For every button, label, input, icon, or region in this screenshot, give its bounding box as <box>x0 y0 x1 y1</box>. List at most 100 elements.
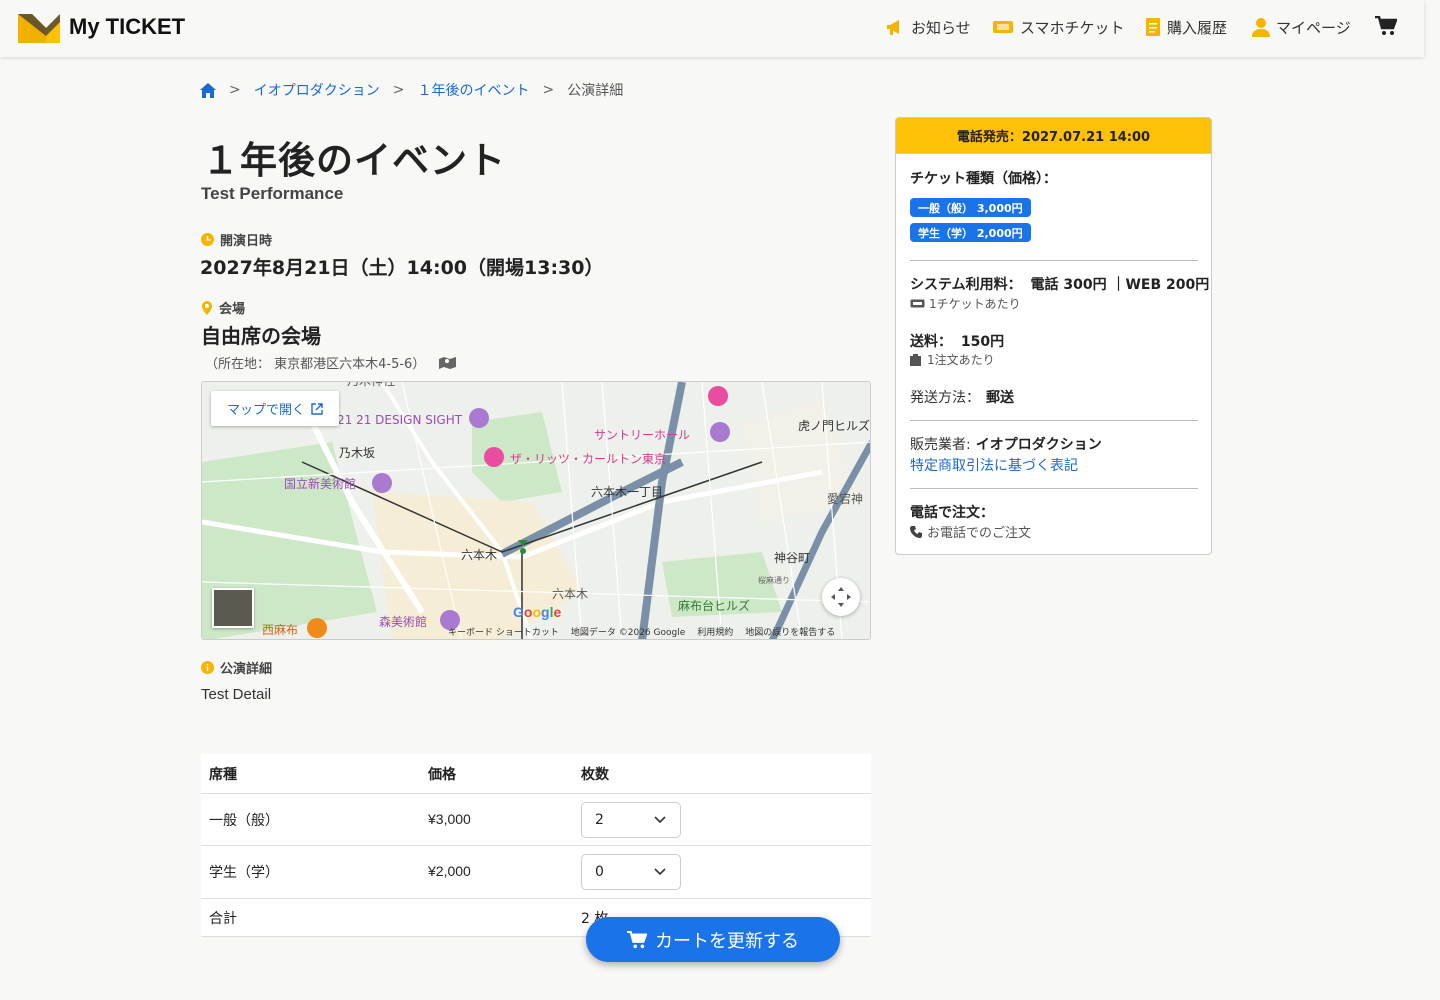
venue-name: 自由席の会場 <box>201 324 321 348</box>
phone-order-label: 電話で注文： <box>910 505 994 521</box>
nav-purchase-history[interactable]: 購入履歴 <box>1145 16 1227 38</box>
svg-text:国立新美術館: 国立新美術館 <box>284 476 356 491</box>
breadcrumb-separator: > <box>229 82 241 98</box>
ticket-badge-student: 学生（学） 2,000円 <box>910 223 1031 242</box>
shipping-fee: 送料： 150円 <box>910 331 1004 351</box>
breadcrumb-event[interactable]: １年後のイベント <box>417 80 529 100</box>
header-quantity: 枚数 <box>581 767 609 783</box>
commercial-law-link[interactable]: 特定商取引法に基づく表記 <box>910 455 1078 475</box>
shipping-note-text: 1注文あたり <box>927 353 995 367</box>
ticket-icon <box>993 21 1013 33</box>
quantity-value: 2 <box>595 812 604 828</box>
seat-type: 一般（般） <box>209 813 279 829</box>
chevron-down-icon <box>654 868 666 876</box>
breadcrumb-separator: > <box>542 82 555 98</box>
system-fee-value: 電話 300円 ｜WEB 200円 <box>1030 277 1210 293</box>
seat-price: ¥3,000 <box>428 811 471 827</box>
phone-order-note-text: お電話でのご注文 <box>927 526 1032 541</box>
total-label: 合計 <box>209 911 237 927</box>
breadcrumb-current: 公演詳細 <box>567 83 624 99</box>
chevron-down-icon <box>654 816 666 824</box>
nav-mobile-ticket[interactable]: スマホチケット <box>992 16 1125 38</box>
nav-mypage[interactable]: マイページ <box>1252 16 1351 38</box>
nav-news[interactable]: お知らせ <box>885 16 971 38</box>
delivery-method: 発送方法： 郵送 <box>910 387 1014 407</box>
satellite-toggle[interactable] <box>212 588 254 628</box>
ticket-table: 席種 価格 枚数 一般（般） ¥3,000 2 学生（学） ¥2,000 0 合… <box>201 754 871 937</box>
keyboard-shortcuts-link[interactable]: キーボード ショートカット <box>448 625 559 638</box>
quantity-select-student[interactable]: 0 <box>581 854 681 890</box>
header-price: 価格 <box>428 767 456 783</box>
svg-text:愛宕神: 愛宕神 <box>827 491 863 506</box>
quantity-value: 0 <box>595 864 604 880</box>
datetime-label-text: 開演日時 <box>220 234 273 249</box>
svg-text:森美術館: 森美術館 <box>379 614 427 629</box>
system-fee: システム利用料： 電話 300円 ｜WEB 200円 <box>910 274 1209 294</box>
event-detail-text: Test Detail <box>201 686 272 703</box>
map-icon[interactable] <box>439 356 457 370</box>
shipping-label: 送料： <box>910 334 952 350</box>
info-icon <box>201 661 214 674</box>
divider <box>910 260 1198 261</box>
update-cart-button[interactable]: カートを更新する <box>586 917 840 962</box>
map-fullscreen-button[interactable] <box>822 578 860 616</box>
receipt-icon <box>1146 18 1160 36</box>
location-pin-icon <box>202 300 212 315</box>
svg-text:サントリーホール: サントリーホール <box>594 428 690 442</box>
shipping-value: 150円 <box>960 334 1005 350</box>
seller: 販売業者: イオプロダクション <box>910 434 1102 454</box>
divider <box>910 488 1198 489</box>
phone-order-note: お電話でのご注文 <box>910 522 1031 541</box>
svg-text:21 21 DESIGN SIGHT: 21 21 DESIGN SIGHT <box>337 413 463 427</box>
nav-news-label: お知らせ <box>911 18 971 37</box>
phone-sale-date: 電話発売：2027.07.21 14:00 <box>896 118 1211 154</box>
svg-text:神谷町: 神谷町 <box>774 551 810 565</box>
logo-icon[interactable] <box>18 14 60 43</box>
report-error-link[interactable]: 地図の誤りを報告する <box>745 625 835 638</box>
venue-address: （所在地： 東京都港区六本木4-5-6） <box>205 353 457 372</box>
nav-purchase-history-label: 購入履歴 <box>1167 18 1228 37</box>
seller-label: 販売業者: <box>910 437 971 453</box>
fullscreen-icon <box>831 587 851 607</box>
event-datetime: 2027年8月21日（土）14:00（開場13:30） <box>200 257 604 279</box>
map-data-credit: 地図データ ©2026 Google <box>570 628 686 638</box>
open-in-maps-button[interactable]: マップで開く <box>211 391 339 426</box>
breadcrumb-organizer[interactable]: イオプロダクション <box>254 80 380 100</box>
venue-map[interactable]: 21 21 DESIGN SIGHT サントリーホール ザ・リッツ・カールトン東… <box>201 381 871 640</box>
user-icon <box>1252 18 1270 37</box>
system-fee-note: 1チケットあたり <box>910 295 1021 312</box>
venue-address-text: （所在地： 東京都港区六本木4-5-6） <box>205 357 426 372</box>
terms-link[interactable]: 利用規約 <box>697 625 733 638</box>
phone-icon <box>910 525 922 538</box>
header-seat-type: 席種 <box>209 767 237 783</box>
venue-label-text: 会場 <box>219 302 246 317</box>
breadcrumb: > イオプロダクション > １年後のイベント > 公演詳細 <box>200 80 623 100</box>
home-icon[interactable] <box>200 82 216 98</box>
top-header: My TICKET お知らせ スマホチケット 購入履歴 マイページ <box>0 0 1424 57</box>
sales-info-card: 電話発売：2027.07.21 14:00 チケット種類（価格）： 一般（般） … <box>895 117 1212 555</box>
shipping-note: 1注文あたり <box>910 351 995 368</box>
event-title: １年後のイベント <box>202 139 506 182</box>
seat-type: 学生（学） <box>209 865 279 881</box>
table-row: 一般（般） ¥3,000 2 <box>201 794 871 846</box>
nav-mobile-ticket-label: スマホチケット <box>1020 18 1125 37</box>
clock-icon <box>201 233 214 246</box>
box-icon <box>910 353 921 366</box>
datetime-label: 開演日時 <box>201 230 272 249</box>
external-link-icon <box>311 402 323 415</box>
delivery-label: 発送方法： <box>910 390 980 406</box>
svg-text:麻布台ヒルズ: 麻布台ヒルズ <box>678 598 750 613</box>
svg-text:虎ノ門ヒルズ: 虎ノ門ヒルズ <box>798 418 870 433</box>
detail-label: 公演詳細 <box>201 658 272 677</box>
event-subtitle: Test Performance <box>201 184 344 203</box>
detail-label-text: 公演詳細 <box>220 662 273 677</box>
google-logo: Google <box>513 604 562 620</box>
table-row: 学生（学） ¥2,000 0 <box>201 846 871 899</box>
ticket-badge-general: 一般（般） 3,000円 <box>910 198 1031 217</box>
ticket-icon <box>910 299 925 308</box>
svg-text:西麻布: 西麻布 <box>262 622 298 637</box>
svg-text:乃木坂: 乃木坂 <box>339 446 375 460</box>
brand-name[interactable]: My TICKET <box>69 14 185 40</box>
cart-icon[interactable] <box>1375 16 1397 36</box>
quantity-select-general[interactable]: 2 <box>581 802 681 838</box>
